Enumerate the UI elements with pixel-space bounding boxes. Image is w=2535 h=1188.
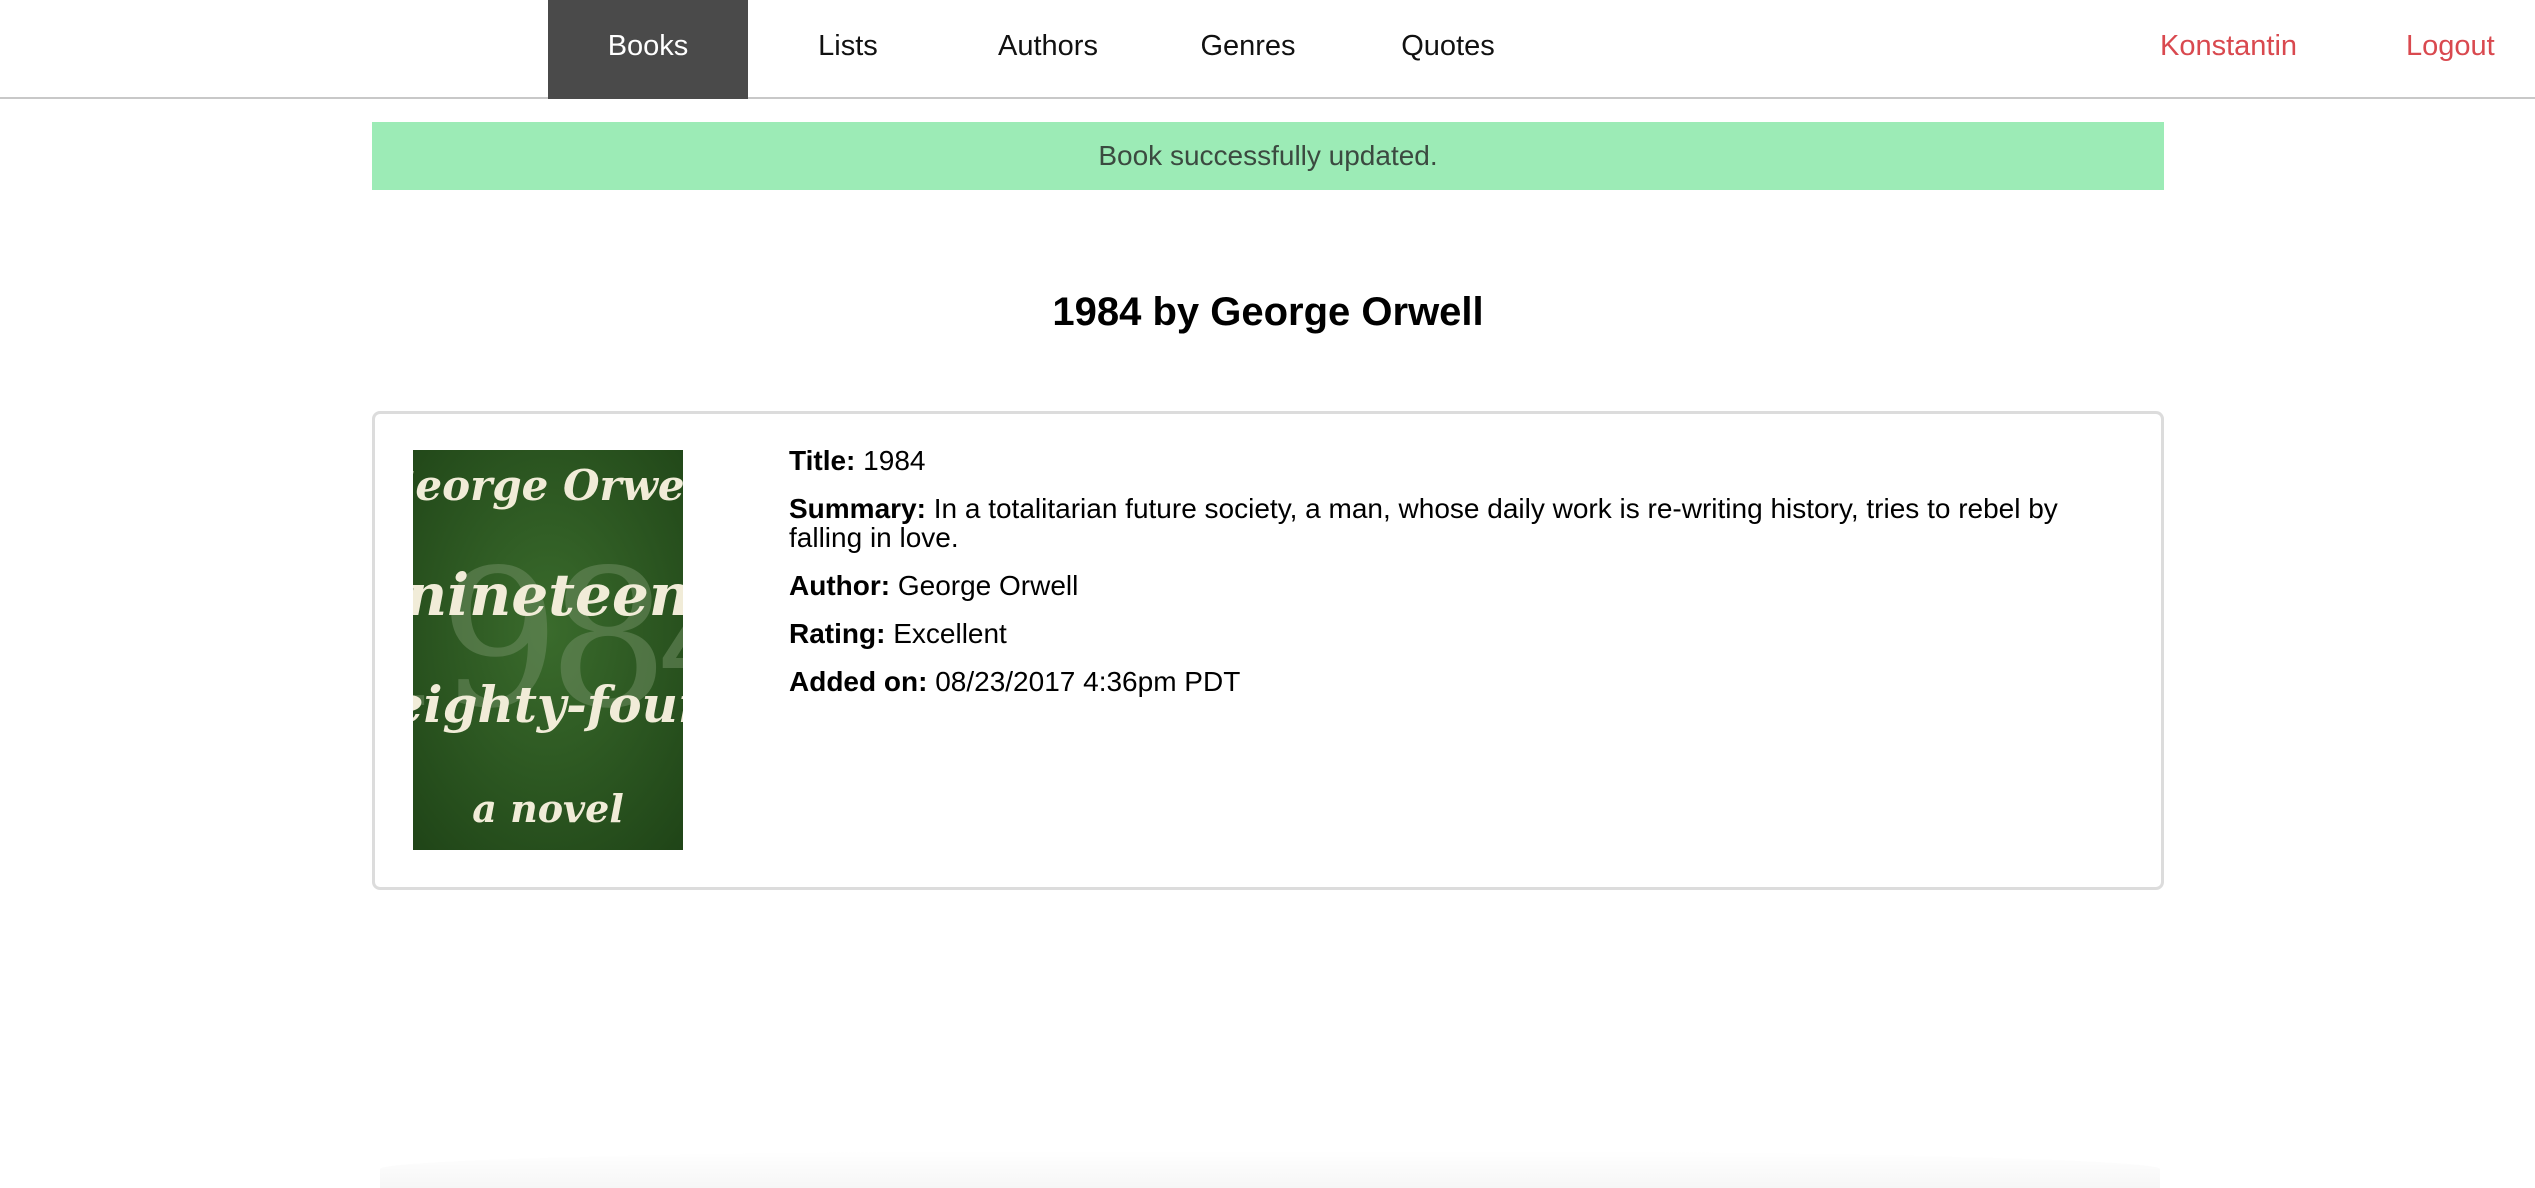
detail-value: George Orwell [897,570,1079,601]
detail-summary: Summary: In a totalitarian future societ… [789,494,2129,552]
detail-title: Title: 1984 [789,446,2129,475]
detail-value: 1984 [863,445,926,476]
detail-value: Excellent [893,618,1007,649]
nav-lists[interactable]: Lists [748,0,948,99]
detail-value: In a totalitarian future society, a man,… [789,493,2058,553]
detail-rating: Rating: Excellent [789,619,2129,648]
nav-books[interactable]: Books [548,0,748,99]
nav-authors[interactable]: Authors [948,0,1148,99]
footer-shadow [380,1150,2160,1188]
cover-subtitle: a novel [472,786,624,831]
top-navbar: Books Lists Authors Genres Quotes Konsta… [0,0,2535,99]
nav-quotes[interactable]: Quotes [1348,0,1548,99]
logout-link[interactable]: Logout [2406,0,2495,99]
detail-added-on: Added on: 08/23/2017 4:36pm PDT [789,667,2129,696]
detail-author: Author: George Orwell [789,571,2129,600]
book-details-card: 1984 George Orwell nineteen eighty-four … [372,411,2164,890]
cover-title-line2: eighty-four [413,675,683,734]
cover-title-line1: nineteen [413,561,683,629]
user-profile-link[interactable]: Konstantin [2160,0,2297,99]
nav-genres[interactable]: Genres [1148,0,1348,99]
detail-label: Added on: [789,666,928,697]
detail-value: 08/23/2017 4:36pm PDT [935,666,1241,697]
detail-label: Rating: [789,618,886,649]
detail-label: Author: [789,570,891,601]
book-details: Title: 1984 Summary: In a totalitarian f… [789,446,2129,715]
cover-author: George Orwell [413,461,683,510]
page-title: 1984 by George Orwell [1052,290,1484,334]
detail-label: Title: [789,445,856,476]
book-cover-image: 1984 George Orwell nineteen eighty-four … [413,450,683,850]
flash-success-message: Book successfully updated. [372,122,2164,190]
book-cover-art: 1984 George Orwell nineteen eighty-four … [413,450,683,850]
detail-label: Summary: [789,493,926,524]
